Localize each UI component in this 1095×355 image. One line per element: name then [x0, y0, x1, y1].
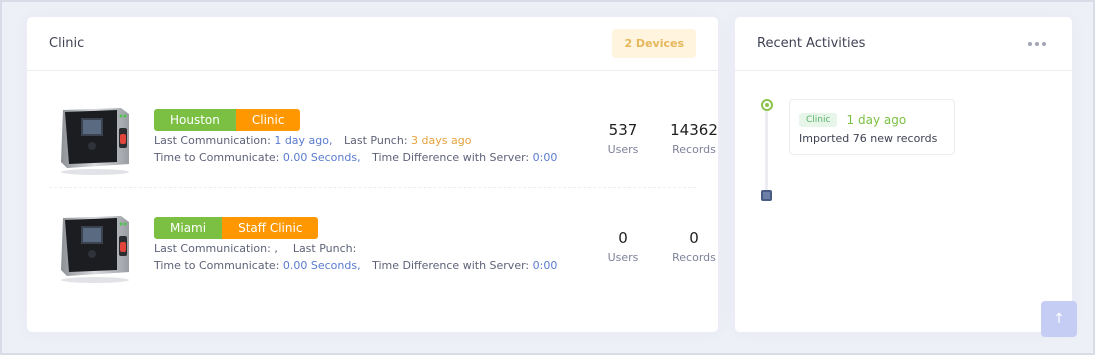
time-to-communicate-label: Time to Communicate:	[154, 259, 280, 272]
time-to-communicate-value: 0.00 Seconds,	[282, 151, 361, 164]
activity-item: Clinic 1 day ago Imported 76 new records	[789, 99, 955, 155]
users-stat: 537 Users	[597, 121, 649, 156]
users-label: Users	[607, 251, 639, 264]
devices-count-badge: 2 Devices	[612, 29, 696, 58]
last-punch-label: Last Punch:	[344, 134, 408, 147]
time-difference-label: Time Difference with Server:	[372, 259, 530, 272]
biometric-device-icon	[61, 216, 129, 283]
timing-info: Time to Communicate: 0.00 Seconds, Time …	[154, 151, 557, 164]
clinic-card-title: Clinic	[49, 36, 85, 51]
recent-activities-card: Recent Activities Clinic 1 day ago Impor…	[735, 17, 1072, 332]
scroll-to-top-button[interactable]: ↑	[1041, 301, 1077, 337]
communication-info: Last Communication: 1 day ago, Last Punc…	[154, 134, 471, 147]
device-badges: Miami Staff Clinic	[154, 217, 319, 239]
records-count: 0	[689, 229, 699, 247]
users-stat: 0 Users	[597, 229, 649, 264]
arrow-up-icon: ↑	[1053, 311, 1065, 327]
timeline-line	[765, 107, 768, 199]
location-badge: Miami	[154, 217, 223, 239]
device-name-badge: Staff Clinic	[222, 217, 319, 239]
timeline-dot-icon	[761, 99, 773, 111]
recent-activities-title: Recent Activities	[757, 36, 866, 51]
device-row[interactable]: Houston Clinic Last Communication: 1 day…	[49, 92, 718, 188]
time-difference-value: 0:00	[532, 259, 558, 272]
last-communication-label: Last Communication: ,	[154, 242, 278, 255]
recent-activities-header: Recent Activities	[735, 17, 1072, 71]
records-count: 14362	[670, 121, 718, 139]
time-difference-value: 0:00	[532, 151, 558, 164]
records-stat: 14362 Records	[662, 121, 726, 156]
records-label: Records	[672, 143, 716, 156]
last-punch-label: Last Punch:	[292, 242, 357, 255]
time-to-communicate-value: 0.00 Seconds,	[282, 259, 361, 272]
users-count: 0	[618, 229, 628, 247]
users-label: Users	[607, 143, 639, 156]
activity-text: Imported 76 new records	[799, 132, 938, 145]
communication-info: Last Communication: , Last Punch:	[154, 242, 356, 255]
location-badge: Houston	[154, 109, 236, 131]
last-punch-value: 3 days ago	[411, 134, 472, 147]
activity-tag: Clinic	[799, 112, 838, 127]
device-badges: Houston Clinic	[154, 109, 301, 131]
activity-time: 1 day ago	[846, 112, 907, 127]
biometric-device-icon	[61, 108, 129, 175]
timeline-end-icon	[761, 190, 772, 201]
clinic-card-header: Clinic 2 Devices	[27, 17, 718, 71]
more-horizontal-icon[interactable]	[1024, 36, 1050, 52]
last-communication-value: 1 day ago,	[274, 134, 333, 147]
device-name-badge: Clinic	[235, 109, 301, 131]
records-label: Records	[672, 251, 716, 264]
clinic-card: Clinic 2 Devices Houston Clinic Last Com…	[27, 17, 718, 332]
time-difference-label: Time Difference with Server:	[372, 151, 530, 164]
time-to-communicate-label: Time to Communicate:	[154, 151, 280, 164]
device-row[interactable]: Miami Staff Clinic Last Communication: ,…	[49, 200, 716, 296]
records-stat: 0 Records	[662, 229, 726, 264]
timing-info: Time to Communicate: 0.00 Seconds, Time …	[154, 259, 557, 272]
last-communication-label: Last Communication:	[154, 134, 271, 147]
users-count: 537	[608, 121, 638, 139]
